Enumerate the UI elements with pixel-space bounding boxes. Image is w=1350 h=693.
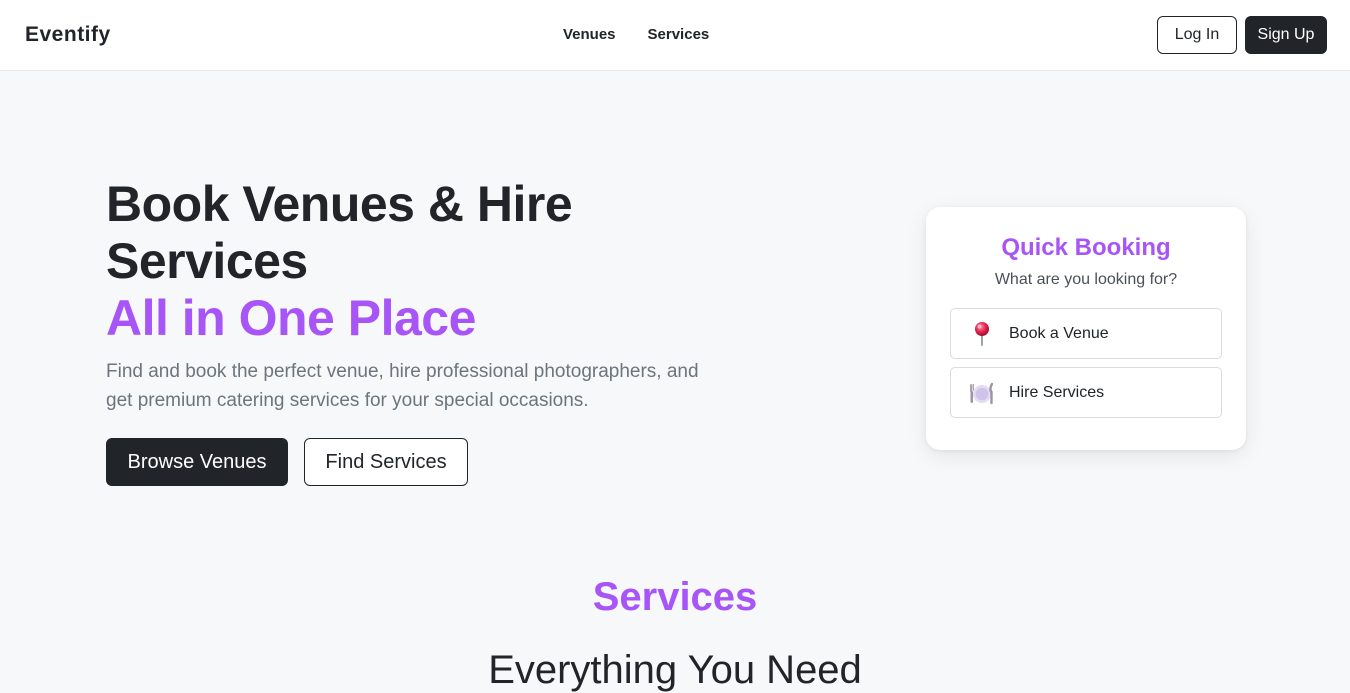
- nav-link-venues[interactable]: Venues: [563, 26, 616, 43]
- nav-link-services[interactable]: Services: [648, 26, 710, 43]
- brand-logo[interactable]: Eventify: [25, 23, 111, 47]
- pin-icon: [969, 321, 995, 347]
- quick-booking-title: Quick Booking: [1001, 234, 1171, 261]
- services-section-label: Services: [592, 575, 758, 619]
- hero-title-main: Book Venues & Hire Services: [106, 176, 573, 289]
- quick-booking-subtitle: What are you looking for?: [994, 271, 1178, 288]
- book-venue-option[interactable]: Book a Venue: [950, 308, 1222, 359]
- hire-services-option[interactable]: Hire Services: [950, 367, 1222, 418]
- signup-button[interactable]: Sign Up: [1245, 16, 1327, 54]
- top-navbar: Eventify Venues Services Log In Sign Up: [0, 0, 1350, 71]
- book-venue-label: Book a Venue: [1009, 324, 1109, 342]
- main-nav: Venues Services: [563, 26, 709, 43]
- plate-cutlery-icon: [969, 380, 995, 406]
- find-services-button[interactable]: Find Services: [304, 438, 468, 486]
- hire-services-label: Hire Services: [1009, 383, 1105, 401]
- services-section-heading: Everything You Need: [488, 648, 862, 692]
- browse-venues-button[interactable]: Browse Venues: [106, 438, 288, 486]
- login-button[interactable]: Log In: [1157, 16, 1237, 54]
- hero-title-accent: All in One Place: [106, 290, 476, 346]
- quick-booking-card: Quick Booking What are you looking for? …: [926, 207, 1246, 450]
- hero-title: Book Venues & Hire Services All in One P…: [106, 176, 726, 347]
- hero-description: Find and book the perfect venue, hire pr…: [106, 361, 699, 411]
